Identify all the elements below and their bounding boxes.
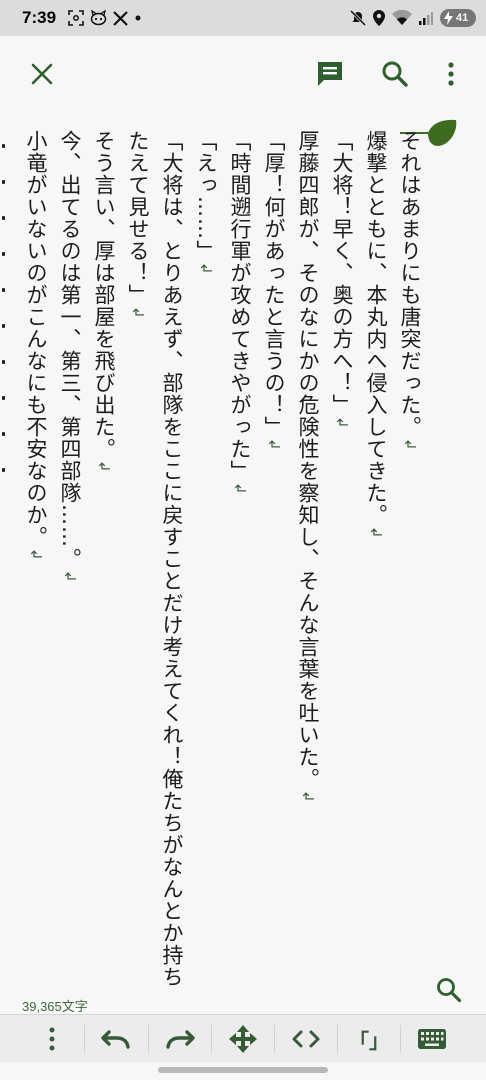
- return-mark: ↲: [197, 262, 215, 276]
- bracket-icon: 「」: [349, 1028, 389, 1053]
- return-mark: ↲: [95, 460, 113, 474]
- text-line: 小竜がいないのがこんなにも不安なのか。: [24, 130, 48, 548]
- return-mark: ↲: [367, 526, 385, 540]
- top-action-bar: [0, 36, 486, 114]
- text-line: 「えっ……」: [194, 130, 218, 262]
- text-column: 「大将！早く、奥の方へ！」↲: [325, 130, 359, 430]
- code-brackets-icon: [292, 1030, 320, 1048]
- status-left-icons: [68, 10, 142, 26]
- return-mark: ↲: [299, 790, 317, 804]
- text-column: たえて見せる！」↲: [121, 130, 155, 320]
- return-mark: ↲: [333, 416, 351, 430]
- redo-button[interactable]: [149, 1015, 211, 1063]
- undo-button[interactable]: [85, 1015, 147, 1063]
- text-line: それはあまりにも唐突だった。: [398, 130, 422, 438]
- move-arrows-icon: [229, 1025, 257, 1053]
- wifi-icon: [392, 10, 412, 25]
- status-bar: 7:39 41: [0, 0, 486, 36]
- char-count: 39,365文字: [22, 999, 88, 1014]
- return-mark: ↲: [27, 548, 45, 562]
- bracket-button[interactable]: 「」: [338, 1015, 400, 1063]
- comment-icon[interactable]: [316, 60, 344, 88]
- text-line: 「厚！何があったと言うの！」: [262, 130, 286, 438]
- text-column: 小竜がいないのがこんなにも不安なのか。↲: [19, 130, 53, 562]
- screenshot-icon: [68, 10, 84, 26]
- return-mark: ↲: [401, 438, 419, 452]
- more-button[interactable]: [22, 1015, 82, 1063]
- gesture-bar[interactable]: [158, 1067, 328, 1073]
- battery-icon: 41: [440, 9, 476, 27]
- text-column: それはあまりにも唐突だった。↲: [393, 130, 427, 452]
- vertical-text-area[interactable]: それはあまりにも唐突だった。↲ 爆撃とともに、本丸内へ侵入してきた。↲ 「大将！…: [0, 116, 486, 986]
- more-vert-icon[interactable]: [445, 61, 457, 87]
- location-icon: [373, 10, 385, 26]
- return-mark: ↲: [231, 482, 249, 496]
- bottom-toolbar: 「」: [0, 1014, 486, 1062]
- keyboard-icon: [418, 1029, 446, 1049]
- text-line: 今、出てるのは第一、第三、第四部隊……。: [58, 130, 82, 570]
- text-line: 「大将は、とりあえず、部隊をここに戻すことだけ考えてくれ！俺たちがなんとか持ちこ: [160, 130, 184, 986]
- return-mark: ↲: [129, 306, 147, 320]
- text-column: 「えっ……」↲: [189, 130, 223, 276]
- close-icon[interactable]: [31, 63, 53, 85]
- return-mark: ↲: [265, 438, 283, 452]
- text-line: 「時間遡行軍が攻めてきやがった」: [228, 130, 252, 482]
- signal-icon: [419, 12, 433, 25]
- text-column: 「大将は、とりあえず、部隊をここに戻すことだけ考えてくれ！俺たちがなんとか持ちこ: [155, 130, 189, 986]
- text-column: 今、出てるのは第一、第三、第四部隊……。↲: [53, 130, 87, 584]
- x-app-icon: [113, 10, 128, 26]
- text-column: 爆撃とともに、本丸内へ侵入してきた。↲: [359, 130, 393, 540]
- code-button[interactable]: [275, 1015, 337, 1063]
- text-column: 厚藤四郎が、そのなにかの危険性を察知し、そんな言葉を吐いた。↲: [291, 130, 325, 804]
- text-line: 「大将！早く、奥の方へ！」: [330, 130, 354, 416]
- text-line: そう言い、厚は部屋を飛び出た。: [92, 130, 116, 460]
- dot-icon: [135, 15, 141, 21]
- text-column: 「厚！何があったと言うの！」↲: [257, 130, 291, 452]
- return-mark: ↲: [61, 570, 79, 584]
- redo-icon: [166, 1030, 195, 1049]
- mute-icon: [350, 10, 366, 26]
- more-vert-icon: [49, 1027, 55, 1051]
- text-column: そう言い、厚は部屋を飛び出た。↲: [87, 130, 121, 474]
- status-time: 7:39: [22, 8, 57, 27]
- search-icon[interactable]: [436, 977, 462, 1003]
- keyboard-button[interactable]: [401, 1015, 463, 1063]
- text-line: 爆撃とともに、本丸内へ侵入してきた。: [364, 130, 388, 526]
- search-icon[interactable]: [381, 60, 409, 88]
- move-button[interactable]: [212, 1015, 274, 1063]
- text-line: 厚藤四郎が、そのなにかの危険性を察知し、そんな言葉を吐いた。: [296, 130, 320, 790]
- clipped-text-column: [0, 144, 6, 654]
- status-right-icons: 41: [350, 9, 476, 27]
- text-line: たえて見せる！」: [126, 130, 150, 306]
- undo-icon: [101, 1030, 130, 1049]
- text-column: 「時間遡行軍が攻めてきやがった」↲: [223, 130, 257, 496]
- face-icon: [90, 10, 107, 26]
- battery-level: 41: [456, 12, 469, 24]
